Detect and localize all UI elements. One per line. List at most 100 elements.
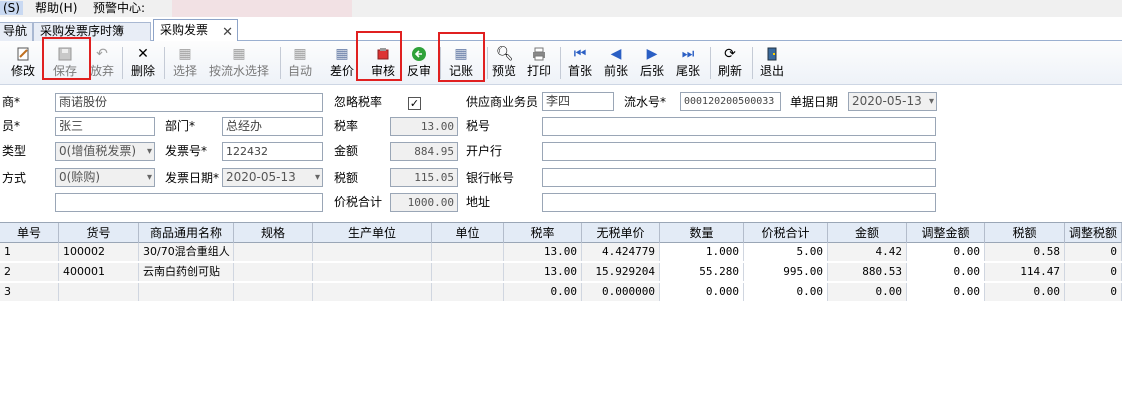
table-cell[interactable]: 880.53 [828, 263, 907, 281]
tax-rate-input[interactable]: 13.00 [390, 117, 458, 136]
table-cell[interactable] [234, 263, 313, 281]
tab-navigation[interactable]: 导航 [0, 22, 33, 41]
supplier-input[interactable]: 雨诺股份 [55, 93, 323, 112]
column-header[interactable]: 无税单价 [582, 223, 660, 243]
tab-purchase-invoice[interactable]: 采购发票 ✕ [153, 19, 238, 41]
table-cell[interactable]: 30/70混合重组人 [139, 243, 234, 261]
select-by-serial-button[interactable]: ▦ 按流水选择 [207, 45, 271, 81]
tax-amount-input[interactable]: 115.05 [390, 168, 458, 187]
table-cell[interactable]: 0.00 [744, 283, 828, 301]
column-header[interactable]: 税额 [985, 223, 1065, 243]
close-icon[interactable]: ✕ [222, 23, 233, 43]
column-header[interactable]: 单位 [432, 223, 504, 243]
table-cell[interactable] [432, 263, 504, 281]
first-button[interactable]: ⏮ 首张 [566, 45, 594, 81]
column-header[interactable]: 商品通用名称 [139, 223, 234, 243]
table-cell[interactable] [59, 283, 139, 301]
table-cell[interactable] [139, 283, 234, 301]
print-button[interactable]: 打印 [525, 45, 553, 81]
bank-input[interactable] [542, 142, 936, 161]
table-cell[interactable] [432, 243, 504, 261]
column-header[interactable]: 规格 [234, 223, 313, 243]
table-cell[interactable]: 0 [1065, 263, 1122, 281]
table-cell[interactable]: 0.00 [907, 263, 985, 281]
unaudit-button[interactable]: 反审 [405, 45, 433, 81]
table-cell[interactable]: 2 [0, 263, 59, 281]
method-select[interactable]: 0(赊购) [55, 168, 155, 187]
column-header[interactable]: 调整税额 [1065, 223, 1122, 243]
table-row[interactable]: 1 100002 30/70混合重组人 13.00 4.424779 1.000 5.00 4… [0, 243, 1122, 261]
address-input[interactable] [542, 193, 936, 212]
table-cell[interactable]: 114.47 [985, 263, 1065, 281]
invoice-date-input[interactable]: 2020-05-13 [222, 168, 323, 187]
table-cell[interactable]: 1 [0, 243, 59, 261]
modify-button[interactable]: 修改 [8, 45, 38, 81]
table-cell[interactable] [234, 243, 313, 261]
column-header[interactable]: 金额 [828, 223, 907, 243]
prev-button[interactable]: ◀ 前张 [602, 45, 630, 81]
table-cell[interactable]: 13.00 [504, 243, 582, 261]
serial-input[interactable]: 000120200500033 [680, 92, 781, 111]
table-cell[interactable]: 3 [0, 283, 59, 301]
last-button[interactable]: ⏭ 尾张 [674, 45, 702, 81]
table-cell[interactable]: 55.280 [660, 263, 744, 281]
table-row[interactable]: 2 400001 云南白药创可贴 13.00 15.929204 55.280 995.00… [0, 263, 1122, 281]
remark-input[interactable] [55, 193, 323, 212]
column-header[interactable]: 单号 [0, 223, 59, 243]
table-cell[interactable] [313, 263, 432, 281]
column-header[interactable]: 货号 [59, 223, 139, 243]
table-cell[interactable]: 995.00 [744, 263, 828, 281]
table-cell[interactable]: 云南白药创可贴 [139, 263, 234, 281]
menu-item-alert-center[interactable]: 预警中心: [93, 1, 145, 15]
table-cell[interactable]: 400001 [59, 263, 139, 281]
tax-no-input[interactable] [542, 117, 936, 136]
table-cell[interactable]: 0.00 [985, 283, 1065, 301]
total-input[interactable]: 1000.00 [390, 193, 458, 212]
table-cell[interactable]: 0.00 [907, 243, 985, 261]
table-cell[interactable]: 0.000000 [582, 283, 660, 301]
column-header[interactable]: 数量 [660, 223, 744, 243]
menu-item-s[interactable]: (S) [0, 1, 23, 15]
table-cell[interactable]: 0 [1065, 243, 1122, 261]
table-cell[interactable]: 0.000 [660, 283, 744, 301]
type-select[interactable]: 0(增值税发票) [55, 142, 155, 161]
dept-input[interactable]: 总经办 [222, 117, 323, 136]
table-cell[interactable]: 0.00 [828, 283, 907, 301]
supplier-agent-input[interactable]: 李四 [542, 92, 614, 111]
doc-date-input[interactable]: 2020-05-13 [848, 92, 937, 111]
table-cell[interactable]: 100002 [59, 243, 139, 261]
table-cell[interactable]: 4.424779 [582, 243, 660, 261]
preview-button[interactable]: 🔍︎ 预览 [490, 45, 518, 81]
table-cell[interactable] [432, 283, 504, 301]
ignore-tax-checkbox[interactable]: ✓ [408, 97, 421, 110]
column-header[interactable]: 价税合计 [744, 223, 828, 243]
account-input[interactable] [542, 168, 936, 187]
table-cell[interactable]: 0.58 [985, 243, 1065, 261]
table-row[interactable]: 3 0.00 0.000000 0.000 0.00 0.00 0.00 0.00 0 [0, 283, 1122, 301]
table-cell[interactable]: 0.00 [504, 283, 582, 301]
column-header[interactable]: 税率 [504, 223, 582, 243]
table-cell[interactable]: 13.00 [504, 263, 582, 281]
invoice-no-input[interactable]: 122432 [222, 142, 323, 161]
table-cell[interactable]: 1.000 [660, 243, 744, 261]
table-cell[interactable] [313, 243, 432, 261]
discard-button[interactable]: ↶ 放弃 [88, 45, 116, 81]
table-cell[interactable] [313, 283, 432, 301]
delete-button[interactable]: ✕ 删除 [128, 45, 158, 81]
menu-item-help[interactable]: 帮助(H) [35, 1, 77, 15]
table-cell[interactable] [234, 283, 313, 301]
select-button[interactable]: ▦ 选择 [170, 45, 200, 81]
table-cell[interactable]: 15.929204 [582, 263, 660, 281]
refresh-button[interactable]: ⟳ 刷新 [716, 45, 744, 81]
table-cell[interactable]: 4.42 [828, 243, 907, 261]
column-header[interactable]: 调整金额 [907, 223, 985, 243]
staff-input[interactable]: 张三 [55, 117, 155, 136]
table-cell[interactable]: 0.00 [907, 283, 985, 301]
next-button[interactable]: ▶ 后张 [638, 45, 666, 81]
table-cell[interactable]: 5.00 [744, 243, 828, 261]
table-cell[interactable]: 0 [1065, 283, 1122, 301]
amount-input[interactable]: 884.95 [390, 142, 458, 161]
difference-button[interactable]: ▦ 差价 [328, 45, 356, 81]
exit-button[interactable]: 退出 [758, 45, 786, 81]
column-header[interactable]: 生产单位 [313, 223, 432, 243]
